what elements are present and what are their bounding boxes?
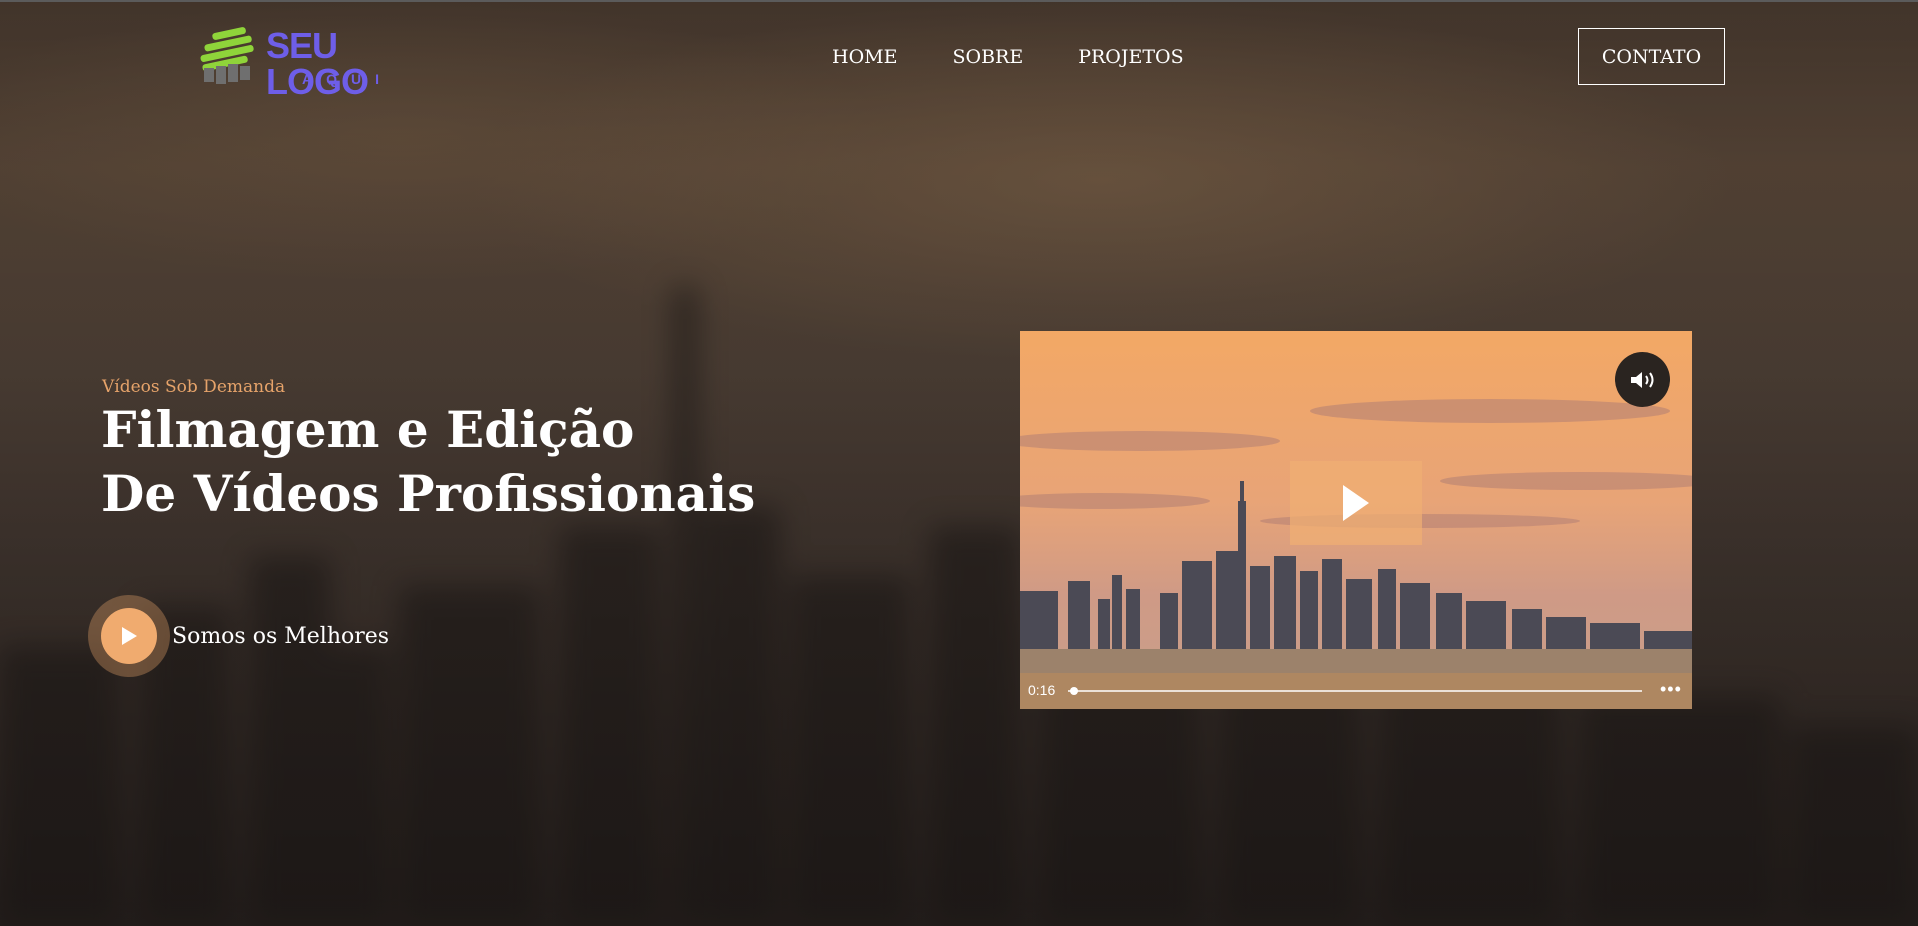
video-controls: 0:16 ••• bbox=[1020, 673, 1692, 709]
headline-line-1: Filmagem e Edição bbox=[101, 400, 635, 459]
top-border bbox=[0, 0, 1918, 2]
contact-button[interactable]: CONTATO bbox=[1578, 28, 1725, 85]
cta-play-button[interactable] bbox=[101, 608, 157, 664]
play-icon bbox=[122, 627, 137, 645]
hero-headline: Filmagem e Edição De Vídeos Profissionai… bbox=[101, 398, 755, 526]
hero-eyebrow: Vídeos Sob Demanda bbox=[102, 377, 286, 397]
cta-somos-os-melhores[interactable]: Somos os Melhores bbox=[88, 595, 389, 677]
video-player[interactable]: 0:16 ••• bbox=[1020, 331, 1692, 709]
sound-button[interactable] bbox=[1615, 352, 1670, 407]
more-horizontal-icon[interactable]: ••• bbox=[1660, 679, 1682, 700]
video-progress-knob[interactable] bbox=[1069, 687, 1078, 695]
main-nav: HOME SOBRE PROJETOS bbox=[832, 45, 1239, 69]
logo-mark-icon bbox=[200, 27, 254, 84]
site-logo[interactable]: SEU LOGO AQUI bbox=[198, 22, 414, 100]
cta-label[interactable]: Somos os Melhores bbox=[172, 624, 389, 649]
play-icon bbox=[1343, 485, 1369, 521]
logo-subtext: AQUI bbox=[302, 71, 393, 87]
nav-item-home[interactable]: HOME bbox=[832, 45, 897, 69]
nav-item-sobre[interactable]: SOBRE bbox=[952, 45, 1023, 69]
headline-line-2: De Vídeos Profissionais bbox=[101, 464, 756, 523]
nav-item-projetos[interactable]: PROJETOS bbox=[1078, 45, 1183, 69]
video-play-button[interactable] bbox=[1290, 461, 1422, 545]
video-time: 0:16 bbox=[1028, 682, 1056, 698]
cta-play-ring[interactable] bbox=[88, 595, 170, 677]
volume-icon bbox=[1630, 371, 1653, 388]
video-progress-track[interactable] bbox=[1068, 690, 1642, 692]
logo-text: SEU LOGO bbox=[266, 25, 369, 102]
